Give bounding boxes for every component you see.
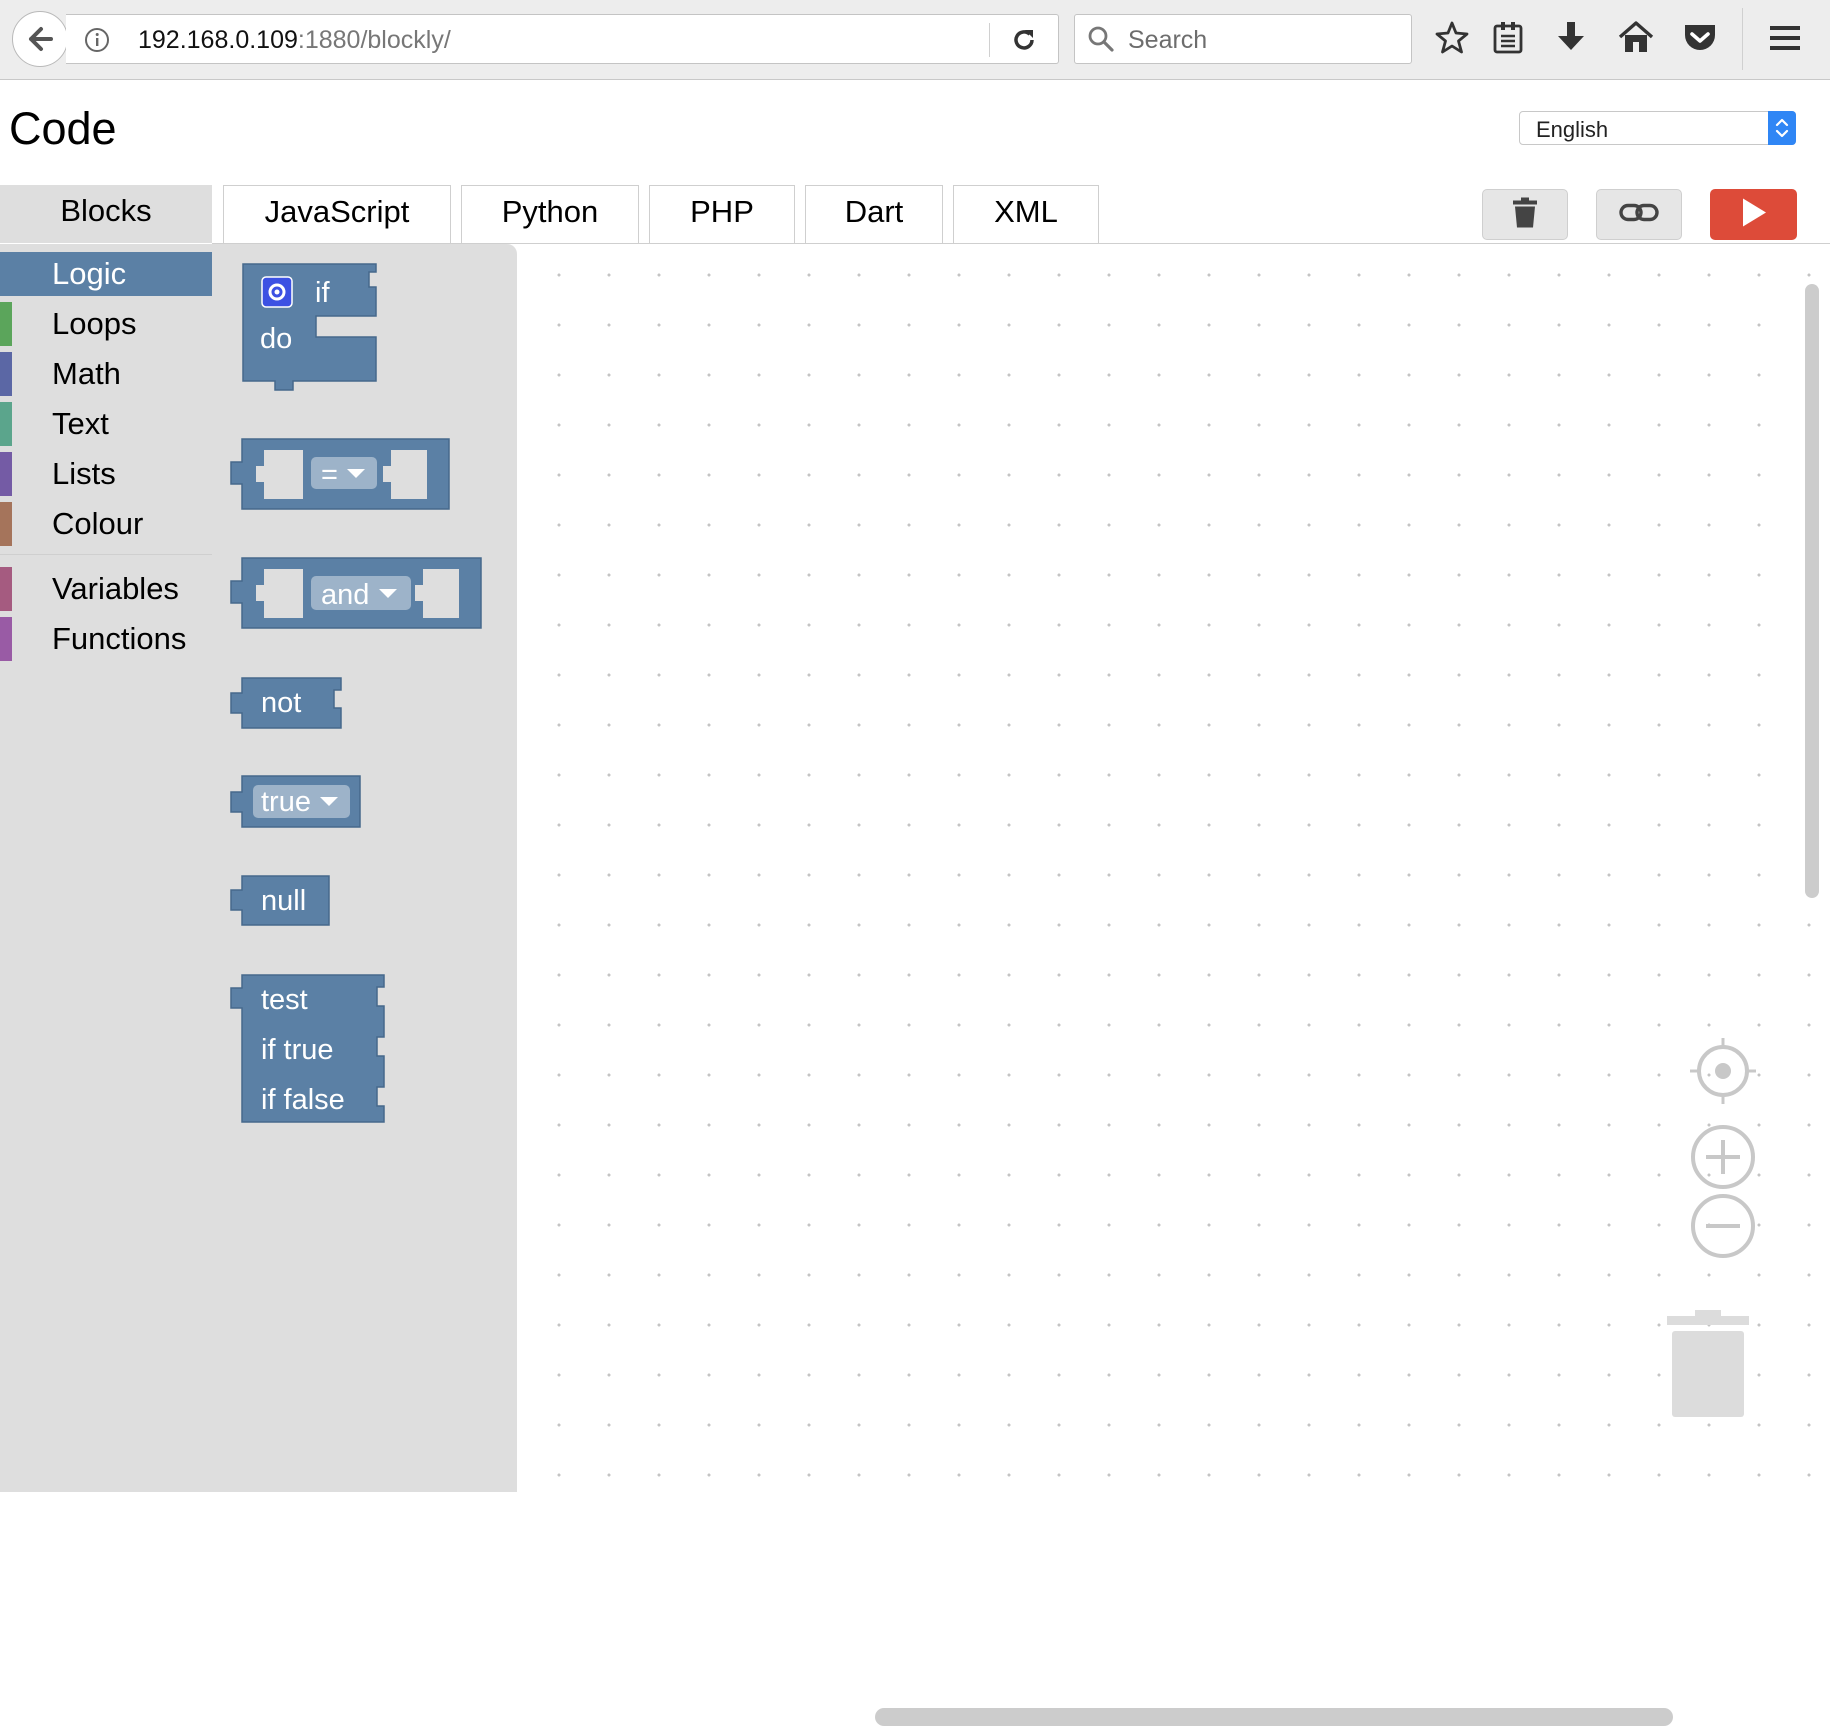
menu-icon[interactable] xyxy=(1768,20,1802,56)
category-loops[interactable]: Loops xyxy=(0,302,212,346)
negate-block[interactable]: not xyxy=(230,677,342,729)
recenter-icon[interactable] xyxy=(1690,1038,1756,1104)
if-label: if xyxy=(315,277,330,309)
tab-php[interactable]: PHP xyxy=(649,185,795,243)
category-color-stripe xyxy=(0,617,12,661)
blockly-workspace[interactable] xyxy=(517,244,1830,1726)
language-value: English xyxy=(1536,117,1609,142)
tab-javascript[interactable]: JavaScript xyxy=(223,185,451,243)
category-color-stripe xyxy=(0,567,12,611)
category-logic[interactable]: Logic xyxy=(0,252,212,296)
discard-button[interactable] xyxy=(1482,189,1568,240)
bookmark-star-icon[interactable] xyxy=(1435,20,1469,56)
back-icon xyxy=(29,27,53,51)
blocks-flyout: if do = and not true null test if true i… xyxy=(213,244,517,1492)
ternary-block[interactable]: test if true if false xyxy=(230,974,385,1123)
page-title: Code xyxy=(9,103,117,154)
browser-toolbar: 192.168.0.109:1880/blockly/ Search xyxy=(0,0,1830,80)
vertical-scrollbar[interactable] xyxy=(1805,284,1819,898)
back-button[interactable] xyxy=(12,11,68,67)
url-bar[interactable]: 192.168.0.109:1880/blockly/ xyxy=(66,14,1059,64)
category-color-stripe xyxy=(0,402,12,446)
if-false-label: if false xyxy=(261,1084,345,1116)
category-lists[interactable]: Lists xyxy=(0,452,212,496)
category-label: Text xyxy=(52,406,109,441)
tab-blocks[interactable]: Blocks xyxy=(0,185,212,243)
search-bar[interactable]: Search xyxy=(1074,14,1412,64)
category-functions[interactable]: Functions xyxy=(0,617,212,661)
zoom-in-icon[interactable] xyxy=(1691,1125,1755,1189)
workspace-trash-icon[interactable] xyxy=(1665,1308,1751,1425)
info-icon[interactable] xyxy=(84,27,110,53)
category-variables[interactable]: Variables xyxy=(0,567,212,611)
tab-dart[interactable]: Dart xyxy=(805,185,943,243)
url-divider xyxy=(989,23,990,57)
if-true-label: if true xyxy=(261,1034,334,1066)
test-label: test xyxy=(261,984,308,1016)
boolean-block[interactable]: true xyxy=(230,775,361,828)
language-select[interactable]: English xyxy=(1519,111,1796,145)
url-path: :1880/blockly/ xyxy=(297,26,451,54)
url-text[interactable]: 192.168.0.109:1880/blockly/ xyxy=(138,26,451,55)
zoom-controls xyxy=(1688,1036,1758,1271)
category-label: Colour xyxy=(52,506,144,541)
category-separator xyxy=(0,554,212,555)
boolean-value: true xyxy=(261,786,311,818)
logic-operator: and xyxy=(321,579,369,611)
search-placeholder: Search xyxy=(1128,26,1208,54)
pocket-icon[interactable] xyxy=(1682,20,1718,56)
category-label: Logic xyxy=(52,256,127,291)
compare-operator: = xyxy=(321,459,338,491)
category-label: Lists xyxy=(52,456,116,491)
zoom-out-icon[interactable] xyxy=(1691,1194,1755,1258)
if-block[interactable]: if do xyxy=(242,263,377,391)
search-icon xyxy=(1088,26,1114,52)
toolbar-divider xyxy=(1742,8,1743,70)
reading-list-icon[interactable] xyxy=(1492,20,1524,56)
link-button[interactable] xyxy=(1596,189,1682,240)
category-label: Math xyxy=(52,356,121,391)
category-math[interactable]: Math xyxy=(0,352,212,396)
link-icon xyxy=(1619,201,1659,228)
logic-operation-block[interactable]: and xyxy=(230,557,482,629)
tab-python[interactable]: Python xyxy=(461,185,639,243)
category-label: Variables xyxy=(52,571,179,606)
null-block[interactable]: null xyxy=(230,875,330,926)
trash-icon xyxy=(1512,196,1538,233)
compare-block[interactable]: = xyxy=(230,438,450,510)
download-icon[interactable] xyxy=(1555,20,1587,56)
horizontal-scrollbar[interactable] xyxy=(875,1708,1673,1726)
not-label: not xyxy=(261,687,301,719)
category-color-stripe xyxy=(0,502,12,546)
category-label: Functions xyxy=(52,621,187,656)
category-label: Loops xyxy=(52,306,137,341)
home-icon[interactable] xyxy=(1618,20,1654,56)
do-label: do xyxy=(260,323,292,355)
url-host: 192.168.0.109 xyxy=(138,26,298,54)
category-text[interactable]: Text xyxy=(0,402,212,446)
category-colour[interactable]: Colour xyxy=(0,502,212,546)
reload-icon[interactable] xyxy=(1010,26,1038,54)
select-arrows-icon xyxy=(1768,111,1796,145)
toolbox-sidebar: Logic Loops Math Text Lists Colour Varia… xyxy=(0,244,213,1492)
run-button[interactable] xyxy=(1710,189,1797,240)
tab-xml[interactable]: XML xyxy=(953,185,1099,243)
play-icon xyxy=(1741,197,1767,232)
category-color-stripe xyxy=(0,452,12,496)
null-label: null xyxy=(261,885,306,917)
category-color-stripe xyxy=(0,352,12,396)
category-color-stripe xyxy=(0,302,12,346)
